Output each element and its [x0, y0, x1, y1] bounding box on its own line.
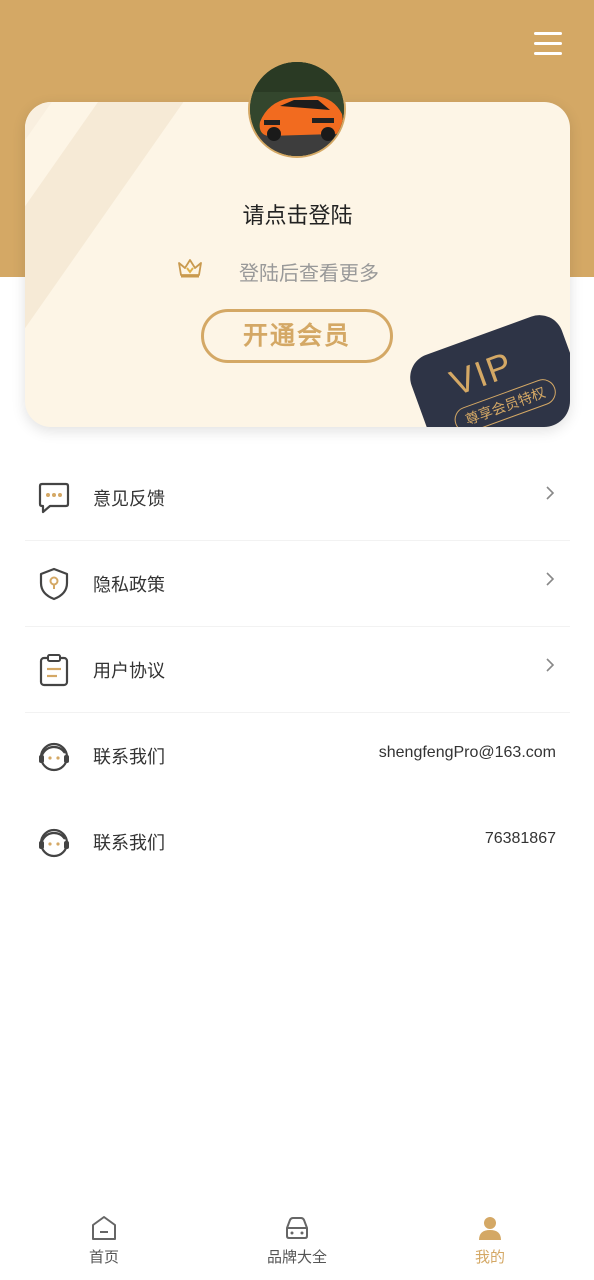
clipboard-icon: [39, 654, 69, 687]
list-item-feedback[interactable]: 意见反馈: [25, 455, 570, 541]
chevron-right-icon: [546, 572, 555, 586]
list-item-label: 联系我们: [93, 833, 165, 854]
crown-icon: [178, 259, 202, 278]
list-item-label: 意见反馈: [93, 489, 165, 510]
list-item-label: 联系我们: [93, 747, 165, 768]
tab-bar: 首页 品牌大全 我的: [0, 1200, 594, 1280]
vip-badge[interactable]: VIP 尊享会员特权: [403, 308, 570, 427]
card-decor-stripe: [25, 102, 198, 427]
home-icon: [92, 1216, 116, 1240]
list-item-privacy[interactable]: 隐私政策: [25, 541, 570, 627]
contact-phone[interactable]: 76381867: [485, 830, 556, 848]
tab-label: 品牌大全: [266, 1248, 327, 1266]
open-vip-button[interactable]: 开通会员: [201, 309, 393, 363]
login-subtitle: 登陆后查看更多: [239, 261, 379, 285]
chevron-right-icon: [546, 486, 555, 500]
tab-brands[interactable]: 品牌大全: [237, 1214, 357, 1274]
user-icon: [479, 1217, 501, 1240]
list-item-contact-email[interactable]: 联系我们 shengfengPro@163.com: [25, 713, 570, 799]
customer-service-icon: [39, 828, 69, 858]
list-item-label: 用户协议: [93, 661, 165, 682]
chevron-right-icon: [546, 658, 555, 672]
tab-home[interactable]: 首页: [44, 1214, 164, 1274]
contact-email[interactable]: shengfengPro@163.com: [379, 744, 556, 762]
tab-mine[interactable]: 我的: [430, 1214, 550, 1274]
list-item-label: 隐私政策: [93, 575, 165, 596]
avatar[interactable]: [248, 60, 346, 158]
settings-list: 意见反馈 隐私政策 用户协议 联系我们 shengfengPro@163.com…: [25, 455, 570, 885]
car-icon: [286, 1217, 308, 1239]
feedback-icon: [38, 482, 70, 514]
list-item-contact-phone[interactable]: 联系我们 76381867: [25, 799, 570, 885]
list-item-agreement[interactable]: 用户协议: [25, 627, 570, 713]
privacy-shield-icon: [39, 567, 69, 601]
tab-label: 我的: [474, 1248, 505, 1266]
tab-label: 首页: [88, 1248, 119, 1266]
menu-icon[interactable]: [534, 30, 564, 58]
login-prompt[interactable]: 请点击登陆: [25, 198, 570, 230]
customer-service-icon: [39, 742, 69, 772]
